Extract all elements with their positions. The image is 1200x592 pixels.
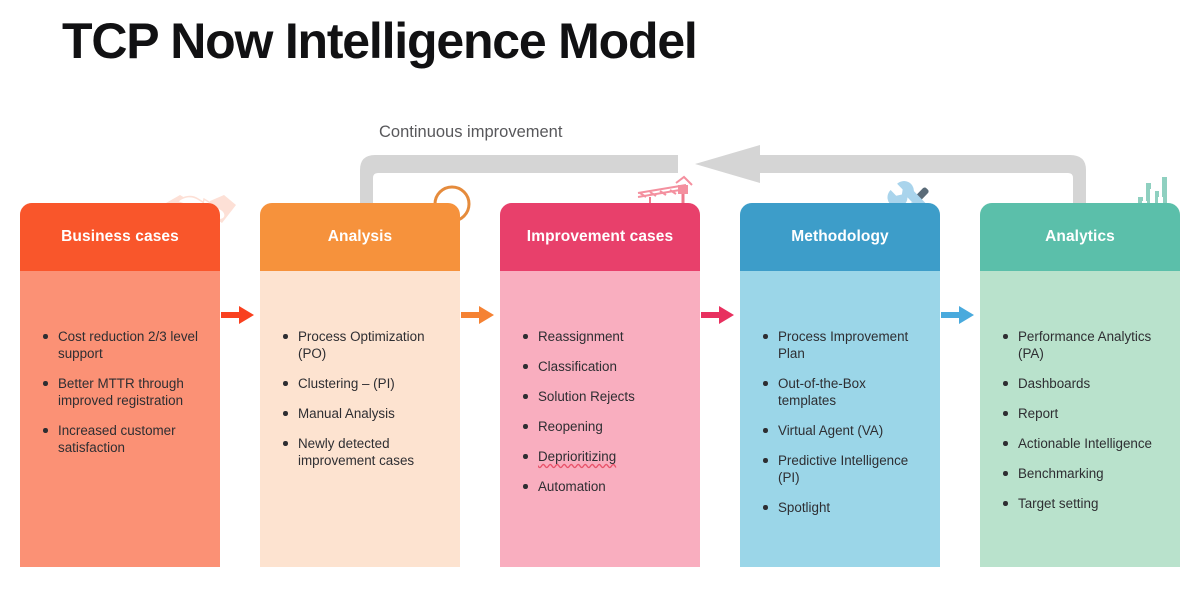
column-header: Analysis [260,203,460,271]
list-item: Reopening [522,418,686,435]
list-item: Predictive Intelligence (PI) [762,452,926,486]
list-item: Spotlight [762,499,926,516]
list-item: Target setting [1002,495,1166,512]
list-item: Newly detected improvement cases [282,435,446,469]
column-header: Analytics [980,203,1180,271]
list-item: Actionable Intelligence [1002,435,1166,452]
list-item: Process Optimization (PO) [282,328,446,362]
list-item: Report [1002,405,1166,422]
list-item: Benchmarking [1002,465,1166,482]
list-item: Classification [522,358,686,375]
list-item: Increased customer satisfaction [42,422,206,456]
column-header: Methodology [740,203,940,271]
column-title: Methodology [791,228,889,245]
column-title: Analysis [327,228,393,245]
misspelled-word: Deprioritizing [538,449,617,464]
list-item: Clustering – (PI) [282,375,446,392]
column-item-list: Reassignment Classification Solution Rejec… [500,271,700,508]
list-item: Automation [522,478,686,495]
list-item: Reassignment [522,328,686,345]
list-item: Deprioritizing [522,448,686,465]
column-item-list: Process Improvement Plan Out-of-the-Box t… [740,271,940,529]
diagram-canvas: TCP Now Intelligence Model Continuous im… [0,0,1200,592]
list-item: Performance Analytics (PA) [1002,328,1166,362]
column-item-list: Performance Analytics (PA) Dashboards Repo… [980,271,1180,525]
connector-arrow-1 [221,304,261,326]
connector-arrow-2 [461,304,501,326]
list-item: Dashboards [1002,375,1166,392]
column-header: Business cases [20,203,220,271]
list-item: Process Improvement Plan [762,328,926,362]
column-analysis: Analysis Process Optimization (PO) Cluste… [260,185,471,567]
list-item: Manual Analysis [282,405,446,422]
column-title: Analytics [1045,228,1115,245]
column-item-list: Process Optimization (PO) Clustering – (P… [260,271,460,482]
column-item-list: Cost reduction 2/3 level support Better M… [20,271,220,469]
list-item: Better MTTR through improved registratio… [42,375,206,409]
column-header: Improvement cases [500,203,700,271]
continuous-improvement-label: Continuous improvement [379,123,563,141]
column-improvement-cases: Improvement cases Reassignment Classifica… [500,175,700,567]
list-item: Cost reduction 2/3 level support [42,328,206,362]
connector-arrow-4 [941,304,981,326]
list-item: Solution Rejects [522,388,686,405]
column-title: Improvement cases [526,228,674,245]
connector-arrow-3 [701,304,741,326]
page-title: TCP Now Intelligence Model [62,13,698,69]
column-analytics: Analytics Performance Analytics (PA) Dash… [980,177,1180,567]
list-item: Virtual Agent (VA) [762,422,926,439]
list-item: Out-of-the-Box templates [762,375,926,409]
column-business-cases: Business cases Cost reduction 2/3 level … [20,195,236,567]
column-title: Business cases [61,228,179,245]
column-methodology: Methodology Process Improvement Plan Out-… [740,181,940,567]
